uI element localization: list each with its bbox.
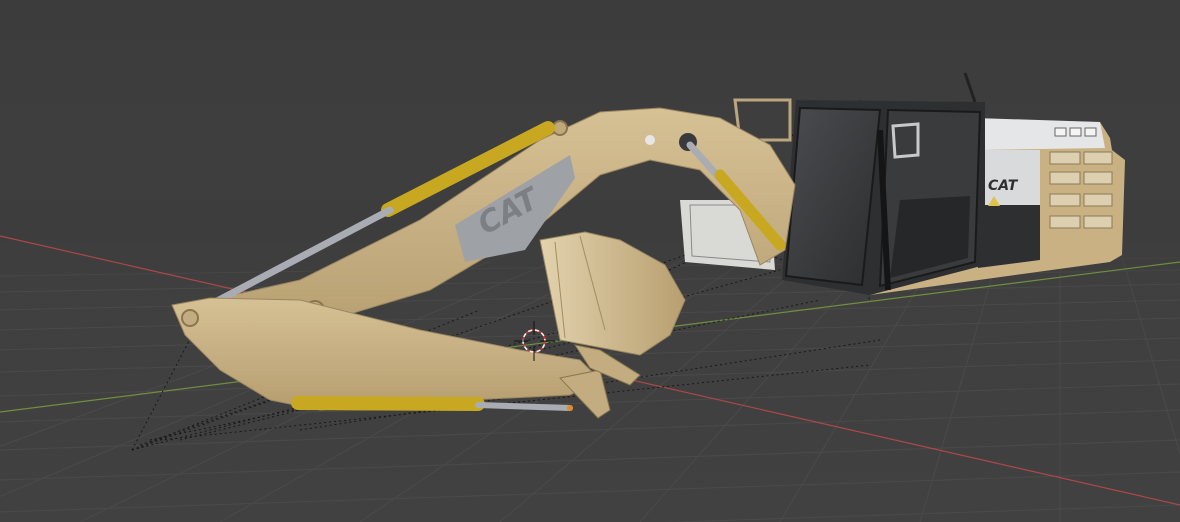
excavator-stick [171, 297, 601, 411]
3d-viewport[interactable]: CAT CAT [0, 0, 1180, 522]
viewport-scene[interactable]: CAT CAT [0, 0, 1180, 522]
house-logo-text: CAT [988, 178, 1019, 194]
excavator-cab [782, 72, 985, 295]
